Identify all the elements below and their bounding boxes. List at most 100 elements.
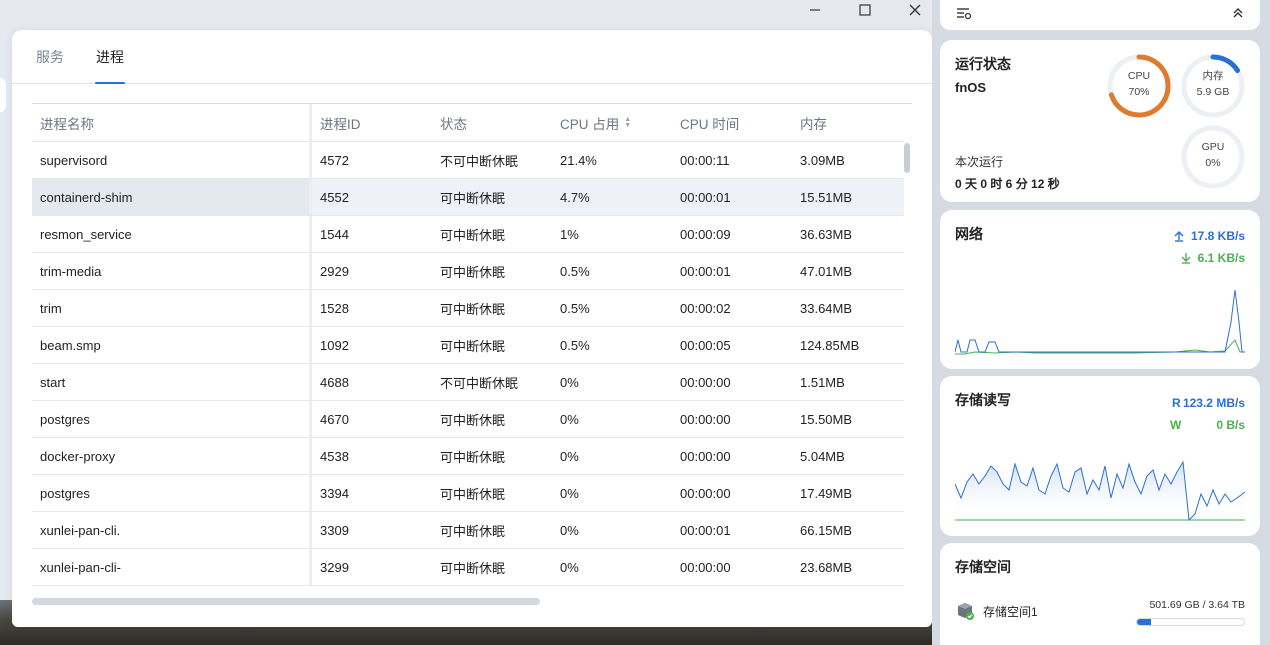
process-cpu: 21.4% (560, 152, 597, 168)
widget-settings-icon[interactable] (956, 6, 972, 25)
process-cpu-time: 00:00:05 (680, 337, 731, 353)
tab-processes[interactable]: 进程 (95, 47, 125, 84)
process-id: 3394 (320, 485, 349, 501)
process-cpu: 0% (560, 485, 579, 501)
gpu-gauge: GPU 0% (1180, 124, 1246, 190)
process-memory: 1.51MB (800, 374, 845, 390)
process-cpu: 0.5% (560, 337, 590, 353)
process-name: xunlei-pan-cli. (32, 512, 312, 548)
process-cpu: 0.5% (560, 263, 590, 279)
process-memory: 15.50MB (800, 411, 853, 427)
process-state: 不可中断休眠 (440, 375, 519, 391)
desktop-side-handle[interactable] (0, 78, 6, 112)
process-id: 4538 (320, 448, 349, 464)
process-id: 4572 (320, 152, 349, 168)
close-icon (909, 4, 921, 16)
column-header-memory[interactable]: 内存 (792, 104, 904, 141)
uptime-value: 0 天 0 时 6 分 12 秒 (955, 177, 1060, 191)
table-row[interactable]: postgres 3394 可中断休眠 0% 00:00:00 17.49MB (32, 475, 904, 512)
process-name: xunlei-pan-cli- (32, 549, 312, 585)
process-state: 可中断休眠 (440, 486, 506, 502)
process-cpu: 0% (560, 522, 579, 538)
minimize-button[interactable] (800, 0, 830, 20)
column-header-name[interactable]: 进程名称 (32, 104, 312, 141)
window-controls (800, 0, 930, 20)
column-header-state[interactable]: 状态 (432, 104, 552, 141)
process-memory: 36.63MB (800, 226, 853, 242)
process-memory: 5.04MB (800, 448, 845, 464)
disk-io-sparkline (955, 460, 1245, 522)
horizontal-scrollbar[interactable] (32, 598, 540, 605)
storage-pool-icon (958, 603, 974, 620)
tab-services[interactable]: 服务 (36, 47, 64, 83)
table-row[interactable]: supervisord 4572 不可中断休眠 21.4% 00:00:11 3.09MB (32, 142, 904, 179)
storage-pool-item[interactable]: 存储空间1 (955, 601, 1038, 621)
process-state: 可中断休眠 (440, 560, 506, 576)
minimize-icon (810, 9, 820, 11)
storage-card: 存储空间 存储空间1 501.69 GB / 3.64 TB (940, 543, 1260, 645)
column-header-cpu[interactable]: CPU 占用 ▲ ▼ (552, 104, 672, 141)
process-cpu-time: 00:00:00 (680, 374, 731, 390)
disk-read-rate: 123.2 MB/s (1182, 396, 1245, 410)
process-cpu-time: 00:00:01 (680, 189, 731, 205)
process-cpu: 0% (560, 374, 579, 390)
process-id: 4670 (320, 411, 349, 427)
process-name: beam.smp (32, 327, 312, 363)
process-memory: 3.09MB (800, 152, 845, 168)
process-table: 进程名称 进程ID 状态 CPU 占用 ▲ ▼ CPU 时间 内存 supervi… (32, 103, 912, 589)
collapse-icon[interactable] (1232, 6, 1244, 24)
process-state: 不可中断休眠 (440, 153, 519, 169)
table-row[interactable]: resmon_service 1544 可中断休眠 1% 00:00:09 36.63MB (32, 216, 904, 253)
process-cpu-time: 00:00:02 (680, 300, 731, 316)
process-memory: 47.01MB (800, 263, 853, 279)
process-cpu: 0% (560, 411, 579, 427)
process-memory: 33.64MB (800, 300, 853, 316)
table-row[interactable]: trim 1528 可中断休眠 0.5% 00:00:02 33.64MB (32, 290, 904, 327)
table-row[interactable]: xunlei-pan-cli- 3299 可中断休眠 0% 00:00:00 23.68M… (32, 549, 904, 586)
network-sparkline (955, 289, 1245, 355)
column-header-cpu-time[interactable]: CPU 时间 (672, 104, 792, 141)
process-name: resmon_service (32, 216, 312, 252)
download-icon (1181, 253, 1191, 264)
maximize-icon (859, 4, 871, 16)
storage-title: 存储空间 (955, 559, 1011, 575)
table-row[interactable]: start 4688 不可中断休眠 0% 00:00:00 1.51MB (32, 364, 904, 401)
cpu-gauge-label: CPU (1127, 70, 1151, 82)
memory-gauge-value: 5.9 GB (1196, 86, 1230, 98)
widget-panel-header (940, 0, 1260, 30)
process-name: trim-media (32, 253, 312, 289)
table-row[interactable]: postgres 4670 可中断休眠 0% 00:00:00 15.50MB (32, 401, 904, 438)
table-header: 进程名称 进程ID 状态 CPU 占用 ▲ ▼ CPU 时间 内存 (32, 104, 904, 142)
process-id: 3299 (320, 559, 349, 575)
process-cpu-time: 00:00:00 (680, 411, 731, 427)
close-button[interactable] (900, 0, 930, 20)
process-memory: 17.49MB (800, 485, 853, 501)
process-name: docker-proxy (32, 438, 312, 474)
process-name: supervisord (32, 142, 312, 178)
maximize-button[interactable] (850, 0, 880, 20)
process-cpu: 0.5% (560, 300, 590, 316)
table-row[interactable]: containerd-shim 4552 可中断休眠 4.7% 00:00:01 15.5… (32, 179, 904, 216)
storage-usage-fill (1137, 619, 1152, 625)
process-name: postgres (32, 475, 312, 511)
process-state: 可中断休眠 (440, 338, 506, 354)
process-cpu-time: 00:00:01 (680, 263, 731, 279)
process-memory: 124.85MB (800, 337, 860, 353)
table-row[interactable]: xunlei-pan-cli. 3309 可中断休眠 0% 00:00:01 66.15M… (32, 512, 904, 549)
process-id: 4688 (320, 374, 349, 390)
column-header-pid[interactable]: 进程ID (312, 104, 432, 141)
process-cpu: 0% (560, 559, 579, 575)
process-state: 可中断休眠 (440, 301, 506, 317)
gpu-gauge-value: 0% (1205, 157, 1221, 169)
process-cpu: 4.7% (560, 189, 590, 205)
table-row[interactable]: docker-proxy 4538 可中断休眠 0% 00:00:00 5.04MB (32, 438, 904, 475)
vertical-scrollbar[interactable] (904, 143, 910, 173)
table-row[interactable]: beam.smp 1092 可中断休眠 0.5% 00:00:05 124.85MB (32, 327, 904, 364)
process-memory: 23.68MB (800, 559, 853, 575)
storage-usage: 501.69 GB / 3.64 TB (1149, 599, 1245, 611)
status-card: 运行状态 fnOS 本次运行 0 天 0 时 6 分 12 秒 CPU 70% … (940, 40, 1260, 202)
gpu-gauge-label: GPU (1201, 141, 1225, 153)
disk-read-label: R (1172, 396, 1181, 410)
sort-icon[interactable]: ▲ ▼ (624, 116, 631, 129)
table-row[interactable]: trim-media 2929 可中断休眠 0.5% 00:00:01 47.01MB (32, 253, 904, 290)
